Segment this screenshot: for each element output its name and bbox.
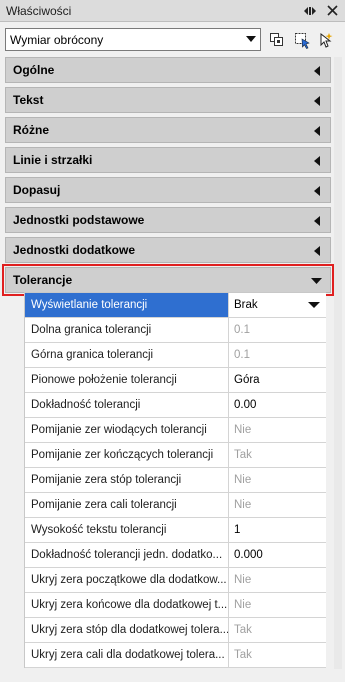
section-tolerancje[interactable]: Tolerancje [2,264,334,296]
object-selector-row: Wymiar obrócony [0,28,345,54]
chevron-left-icon [314,186,320,196]
tolerance-property-grid: Wyświetlanie tolerancji Brak Dolna grani… [24,292,326,668]
property-value: Nie [234,499,252,511]
property-row[interactable]: Pomijanie zera stóp tolerancji Nie [25,468,326,493]
property-row[interactable]: Dolna granica tolerancji 0.1 [25,318,326,343]
property-value: Nie [234,574,252,586]
section-label: Tolerancje [13,273,73,287]
property-row[interactable]: Dokładność tolerancji jedn. dodatko... 0… [25,543,326,568]
section-label: Różne [13,123,49,137]
section-label: Tekst [13,93,44,107]
property-row[interactable]: Pomijanie zer wiodących tolerancji Nie [25,418,326,443]
section-dopasuj[interactable]: Dopasuj [5,177,331,203]
property-name: Ukryj zera końcowe dla dodatkowej t... [25,593,229,617]
close-icon[interactable] [323,2,341,20]
section-jednostki-dodatkowe[interactable]: Jednostki dodatkowe [5,237,331,263]
property-row[interactable]: Pomijanie zera cali tolerancji Nie [25,493,326,518]
property-value: 0.1 [234,349,250,361]
dock-toggle-icon[interactable] [301,2,319,20]
property-name: Dolna granica tolerancji [25,318,229,342]
chevron-left-icon [314,216,320,226]
property-name: Górna granica tolerancji [25,343,229,367]
section-label: Jednostki dodatkowe [13,243,136,257]
vertical-scrollbar[interactable] [334,57,342,669]
property-value: Tak [234,624,252,636]
chevron-left-icon [314,66,320,76]
property-value: Brak [234,299,258,311]
toggle-pickadd-icon[interactable] [268,31,286,49]
property-value: Nie [234,424,252,436]
panel-titlebar: Właściwości [0,0,345,22]
section-label: Jednostki podstawowe [13,213,145,227]
property-value[interactable]: Góra [229,368,326,392]
property-row[interactable]: Ukryj zera początkowe dla dodatkow... Ni… [25,568,326,593]
property-name: Ukryj zera cali dla dodatkowej tolera... [25,643,229,667]
property-value[interactable]: 0.00 [229,393,326,417]
property-value: 0.1 [234,324,250,336]
property-name: Dokładność tolerancji [25,393,229,417]
property-name: Ukryj zera początkowe dla dodatkow... [25,568,229,592]
chevron-down-icon [308,302,320,308]
section-rozne[interactable]: Różne [5,117,331,143]
property-name: Pomijanie zer wiodących tolerancji [25,418,229,442]
section-tekst[interactable]: Tekst [5,87,331,113]
select-objects-icon[interactable] [293,31,311,49]
property-row[interactable]: Ukryj zera końcowe dla dodatkowej t... N… [25,593,326,618]
property-name: Wyświetlanie tolerancji [25,293,229,317]
chevron-left-icon [314,156,320,166]
property-value-dropdown[interactable]: Brak [229,293,326,317]
property-row[interactable]: Wysokość tekstu tolerancji 1 [25,518,326,543]
property-value: Nie [234,599,252,611]
chevron-left-icon [314,126,320,136]
panel-title: Właściwości [6,3,72,18]
property-row[interactable]: Górna granica tolerancji 0.1 [25,343,326,368]
property-value[interactable]: 1 [229,518,326,542]
object-type-value: Wymiar obrócony [10,32,104,47]
property-value[interactable]: 0.000 [229,543,326,567]
property-name: Pionowe położenie tolerancji [25,368,229,392]
section-linie-i-strzalki[interactable]: Linie i strzałki [5,147,331,173]
property-row[interactable]: Dokładność tolerancji 0.00 [25,393,326,418]
property-name: Ukryj zera stóp dla dodatkowej tolera... [25,618,229,642]
property-name: Pomijanie zera cali tolerancji [25,493,229,517]
property-name: Pomijanie zer kończących tolerancji [25,443,229,467]
property-value: Tak [234,449,252,461]
section-label: Linie i strzałki [13,153,93,167]
section-ogolne[interactable]: Ogólne [5,57,331,83]
section-jednostki-podstawowe[interactable]: Jednostki podstawowe [5,207,331,233]
property-row[interactable]: Pionowe położenie tolerancji Góra [25,368,326,393]
property-row[interactable]: Wyświetlanie tolerancji Brak [25,293,326,318]
property-name: Pomijanie zera stóp tolerancji [25,468,229,492]
property-row[interactable]: Pomijanie zer kończących tolerancji Tak [25,443,326,468]
chevron-down-icon [311,278,322,284]
property-value: Nie [234,474,252,486]
property-row[interactable]: Ukryj zera cali dla dodatkowej tolera...… [25,643,326,668]
chevron-left-icon [314,96,320,106]
chevron-down-icon [246,36,256,42]
quick-select-icon[interactable] [317,31,335,49]
property-name: Wysokość tekstu tolerancji [25,518,229,542]
section-label: Dopasuj [13,183,61,197]
property-sections: Ogólne Tekst Różne Linie i strzałki Dopa… [2,57,334,297]
section-label: Ogólne [13,63,55,77]
property-name: Dokładność tolerancji jedn. dodatko... [25,543,229,567]
property-value: Tak [234,649,252,661]
object-type-dropdown[interactable]: Wymiar obrócony [5,28,261,51]
chevron-left-icon [314,246,320,256]
property-row[interactable]: Ukryj zera stóp dla dodatkowej tolera...… [25,618,326,643]
